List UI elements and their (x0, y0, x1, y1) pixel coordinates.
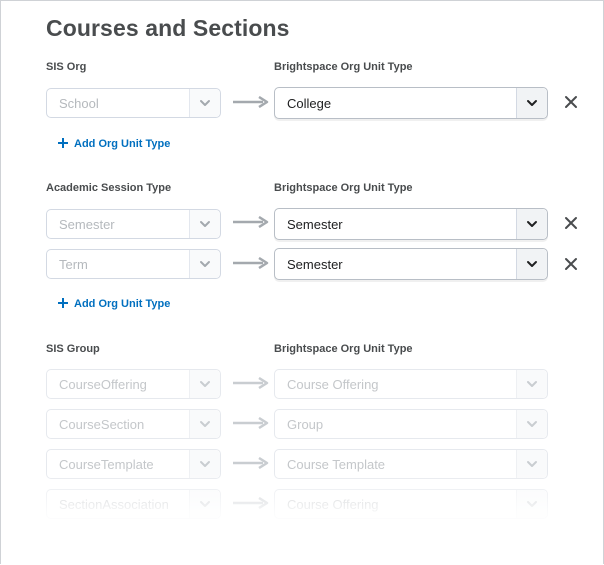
dropdown-button (516, 490, 547, 518)
dropdown-button (189, 410, 220, 438)
arrow-right-icon (233, 497, 269, 509)
arrow-right-icon (233, 257, 269, 269)
close-icon[interactable] (564, 216, 578, 230)
select-value: Course Offering (287, 377, 379, 392)
org-unit-select-course-template: Course Template (274, 449, 548, 479)
select-value: School (59, 96, 99, 111)
chevron-down-icon (527, 100, 537, 106)
add-link-label: Add Org Unit Type (74, 298, 171, 310)
sis-group-select-sectionassociation: SectionAssociation (46, 489, 221, 519)
sis-group-select-coursetemplate: CourseTemplate (46, 449, 221, 479)
chevron-down-icon (200, 461, 210, 467)
courses-sections-panel: Courses and Sections SIS Org Brightspace… (0, 0, 604, 564)
org-unit-select-group: Group (274, 409, 548, 439)
chevron-down-icon (527, 221, 537, 227)
chevron-down-icon (200, 261, 210, 267)
close-icon[interactable] (564, 95, 578, 109)
dropdown-button[interactable] (516, 249, 547, 279)
plus-icon (58, 298, 68, 308)
dropdown-button[interactable] (189, 210, 220, 238)
chevron-down-icon (200, 100, 210, 106)
dropdown-button[interactable] (516, 88, 547, 118)
dropdown-button (516, 370, 547, 398)
chevron-down-icon (200, 421, 210, 427)
select-value: Semester (59, 217, 115, 232)
chevron-down-icon (527, 461, 537, 467)
chevron-down-icon (200, 381, 210, 387)
arrow-right-icon (233, 457, 269, 469)
chevron-down-icon (527, 381, 537, 387)
org-unit-type-label: Brightspace Org Unit Type (274, 343, 413, 355)
academic-session-type-label: Academic Session Type (46, 182, 172, 194)
org-unit-type-select-semester[interactable]: Semester (274, 208, 548, 240)
session-select-term[interactable]: Term (46, 249, 221, 279)
chevron-down-icon (527, 261, 537, 267)
chevron-down-icon (527, 501, 537, 507)
session-select-semester[interactable]: Semester (46, 209, 221, 239)
dropdown-button (189, 370, 220, 398)
select-value: CourseSection (59, 417, 145, 432)
org-unit-type-select-college[interactable]: College (274, 87, 548, 119)
arrow-right-icon (233, 417, 269, 429)
chevron-down-icon (200, 221, 210, 227)
dropdown-button (516, 410, 547, 438)
sis-group-select-courseoffering: CourseOffering (46, 369, 221, 399)
dropdown-button[interactable] (516, 209, 547, 239)
org-unit-type-select-semester-2[interactable]: Semester (274, 248, 548, 280)
arrow-right-icon (233, 96, 269, 108)
close-icon[interactable] (564, 257, 578, 271)
arrow-right-icon (233, 377, 269, 389)
sis-group-label: SIS Group (46, 343, 100, 355)
select-value: Course Template (287, 457, 386, 472)
dropdown-button (189, 450, 220, 478)
select-value: Semester (287, 217, 343, 232)
dropdown-button[interactable] (189, 89, 220, 117)
page-title: Courses and Sections (46, 15, 290, 41)
plus-icon (58, 138, 68, 148)
select-value: College (287, 96, 332, 111)
dropdown-button (189, 490, 220, 518)
org-unit-type-label: Brightspace Org Unit Type (274, 61, 413, 73)
org-unit-select-course-offering-2: Course Offering (274, 489, 548, 519)
select-value: Group (287, 417, 324, 432)
select-value: Term (59, 257, 88, 272)
select-value: CourseOffering (59, 377, 147, 392)
sis-group-select-coursesection: CourseSection (46, 409, 221, 439)
select-value: Course Offering (287, 497, 379, 512)
add-org-unit-type-link[interactable]: Add Org Unit Type (58, 297, 170, 310)
org-unit-select-course-offering: Course Offering (274, 369, 548, 399)
sis-org-label: SIS Org (46, 61, 87, 73)
chevron-down-icon (200, 501, 210, 507)
sis-org-select-school[interactable]: School (46, 88, 221, 118)
select-value: Semester (287, 257, 343, 272)
add-link-label: Add Org Unit Type (74, 138, 171, 150)
select-value: SectionAssociation (59, 497, 169, 512)
arrow-right-icon (233, 216, 269, 228)
dropdown-button (516, 450, 547, 478)
add-org-unit-type-link[interactable]: Add Org Unit Type (58, 137, 170, 150)
org-unit-type-label: Brightspace Org Unit Type (274, 182, 413, 194)
dropdown-button[interactable] (189, 250, 220, 278)
chevron-down-icon (527, 421, 537, 427)
select-value: CourseTemplate (59, 457, 154, 472)
